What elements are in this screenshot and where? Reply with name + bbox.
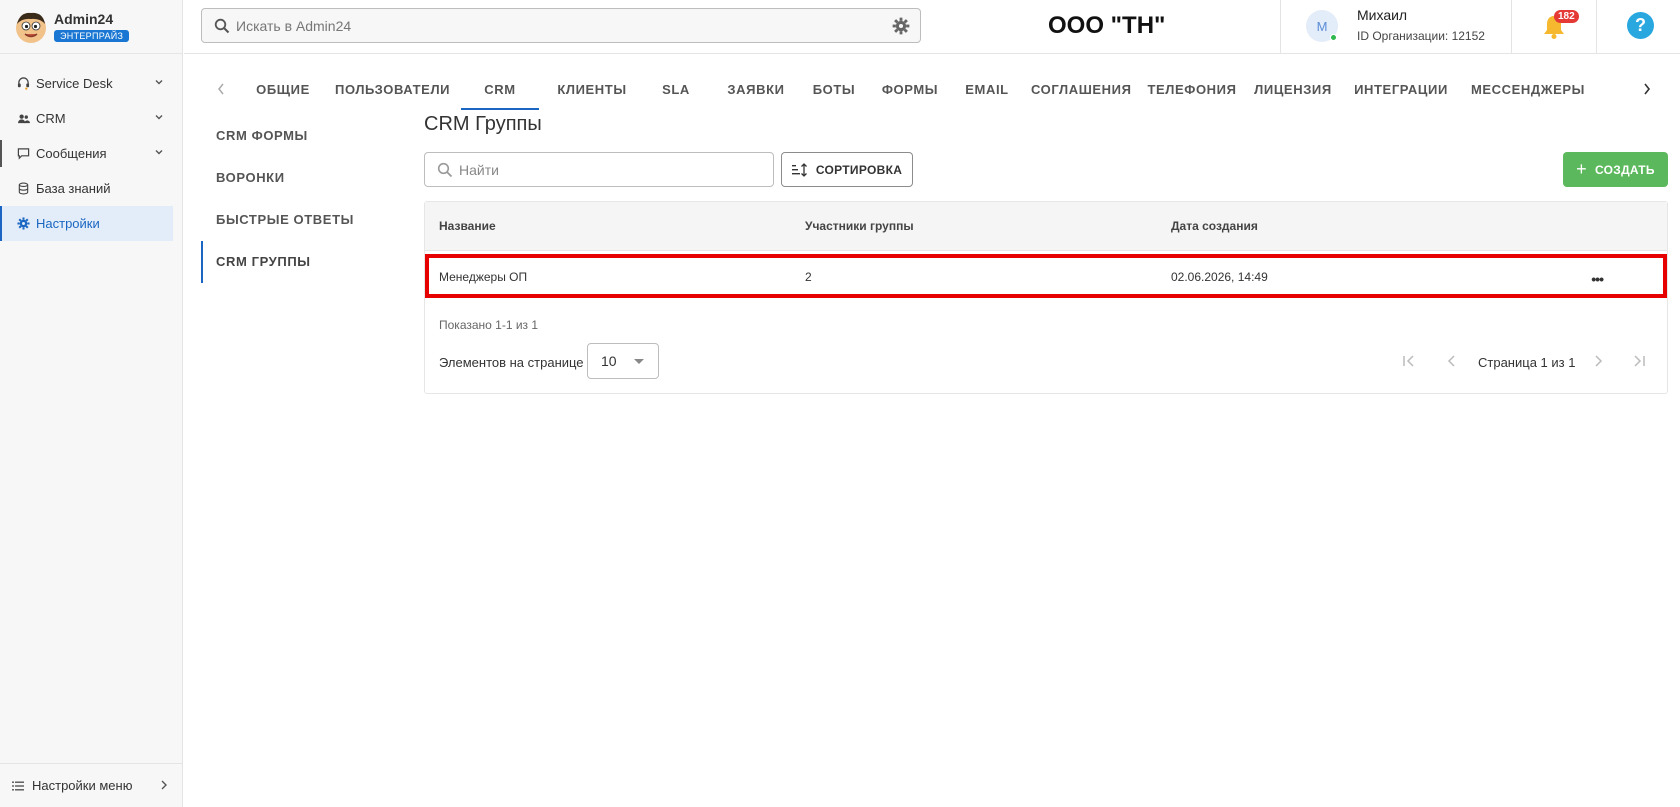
column-header-members[interactable]: Участники группы xyxy=(805,219,914,233)
header-divider xyxy=(1280,0,1281,54)
sidebar-item-label: CRM xyxy=(36,111,66,126)
sort-label: СОРТИРОВКА xyxy=(815,162,903,177)
tab-users[interactable]: ПОЛЬЗОВАТЕЛИ xyxy=(335,70,450,110)
global-search-input[interactable]: Искать в Admin24 xyxy=(201,8,921,43)
crm-groups-table: Название Участники группы Дата создания … xyxy=(424,201,1668,394)
page-title: CRM Группы xyxy=(424,113,542,135)
chat-icon xyxy=(16,147,30,161)
menu-settings-button[interactable]: Настройки меню xyxy=(0,763,183,807)
organization-title: ООО "ТН" xyxy=(1048,12,1166,39)
create-label: СОЗДАТЬ xyxy=(1594,162,1655,177)
top-header: Искать в Admin24 ООО "ТН" М Михаил ID Ор… xyxy=(184,0,1680,54)
people-icon xyxy=(16,112,30,126)
sidebar: Admin24 ЭНТЕРПРАЙЗ Service Desk CRM Сооб… xyxy=(0,0,183,807)
create-button[interactable]: + СОЗДАТЬ xyxy=(1563,152,1668,187)
caret-down-icon xyxy=(634,359,644,364)
per-page-value: 10 xyxy=(601,353,617,369)
sidebar-item-knowledge-base[interactable]: База знаний xyxy=(0,171,182,206)
tab-tickets[interactable]: ЗАЯВКИ xyxy=(721,70,791,110)
menu-settings-label: Настройки меню xyxy=(32,778,133,793)
chevron-down-icon xyxy=(155,80,163,85)
tabs-scroll-right-icon[interactable] xyxy=(1642,80,1652,98)
tab-email[interactable]: EMAIL xyxy=(957,70,1017,110)
column-header-name[interactable]: Название xyxy=(439,219,496,233)
tab-telephony[interactable]: ТЕЛЕФОНИЯ xyxy=(1145,70,1239,110)
help-icon[interactable]: ? xyxy=(1627,12,1654,39)
table-row[interactable]: Менеджеры ОП 2 02.06.2026, 14:49 ••• xyxy=(425,254,1667,298)
brand[interactable]: Admin24 ЭНТЕРПРАЙЗ xyxy=(0,0,182,54)
brand-name: Admin24 xyxy=(54,11,114,27)
sidebar-item-label: Настройки xyxy=(36,216,100,231)
table-header: Название Участники группы Дата создания xyxy=(425,202,1667,251)
prev-page-icon[interactable] xyxy=(1445,354,1459,368)
tab-agreements[interactable]: СОГЛАШЕНИЯ xyxy=(1031,70,1131,110)
header-divider xyxy=(1596,0,1597,54)
sidebar-nav: Service Desk CRM Сообщения База знаний Н… xyxy=(0,54,182,241)
search-icon xyxy=(437,162,453,177)
sidebar-item-crm[interactable]: CRM xyxy=(0,101,182,136)
subnav-crm-groups[interactable]: CRM ГРУППЫ xyxy=(201,241,401,283)
per-page-label: Элементов на странице xyxy=(439,355,584,370)
sidebar-item-messages[interactable]: Сообщения xyxy=(0,136,182,171)
chevron-right-icon xyxy=(161,780,167,790)
sidebar-item-label: База знаний xyxy=(36,181,111,196)
column-header-created[interactable]: Дата создания xyxy=(1171,219,1258,233)
global-search-placeholder: Искать в Admin24 xyxy=(236,17,352,34)
sidebar-item-settings[interactable]: Настройки xyxy=(0,206,173,241)
tab-integrations[interactable]: ИНТЕГРАЦИИ xyxy=(1347,70,1455,110)
search-icon xyxy=(214,18,230,33)
notifications-badge: 182 xyxy=(1554,10,1579,23)
per-page-select[interactable]: 10 xyxy=(587,343,659,379)
search-settings-gear-icon[interactable] xyxy=(892,17,910,35)
sidebar-item-label: Сообщения xyxy=(36,146,107,161)
search-placeholder: Найти xyxy=(459,161,499,178)
results-count: Показано 1-1 из 1 xyxy=(439,318,539,332)
user-name[interactable]: Михаил xyxy=(1357,7,1407,23)
chevron-down-icon xyxy=(155,115,163,120)
plan-badge: ЭНТЕРПРАЙЗ xyxy=(54,30,130,42)
crm-subnav: CRM ФОРМЫ ВОРОНКИ БЫСТРЫЕ ОТВЕТЫ CRM ГРУ… xyxy=(201,115,401,283)
chevron-down-icon xyxy=(155,150,163,155)
tab-clients[interactable]: КЛИЕНТЫ xyxy=(553,70,631,110)
tab-messengers[interactable]: МЕССЕНДЖЕРЫ xyxy=(1469,70,1587,110)
tabs-scroll-left-icon[interactable] xyxy=(216,80,226,98)
organization-id: ID Организации: 12152 xyxy=(1357,29,1485,43)
online-status-dot xyxy=(1330,34,1337,41)
mascot-logo-icon xyxy=(16,12,46,43)
tab-general[interactable]: ОБЩИЕ xyxy=(254,70,312,110)
plus-icon: + xyxy=(1576,159,1587,179)
last-page-icon[interactable] xyxy=(1632,354,1646,368)
tab-crm[interactable]: CRM xyxy=(461,70,539,110)
settings-tabs: ОБЩИЕ ПОЛЬЗОВАТЕЛИ CRM КЛИЕНТЫ SLA ЗАЯВК… xyxy=(201,70,1680,110)
tab-bots[interactable]: БОТЫ xyxy=(805,70,863,110)
sort-icon xyxy=(791,162,807,177)
more-actions-icon[interactable]: ••• xyxy=(1591,271,1604,287)
tab-sla[interactable]: SLA xyxy=(645,70,707,110)
subnav-quick-replies[interactable]: БЫСТРЫЕ ОТВЕТЫ xyxy=(201,199,401,241)
subnav-funnels[interactable]: ВОРОНКИ xyxy=(201,157,401,199)
cell-created: 02.06.2026, 14:49 xyxy=(1171,270,1268,284)
headset-icon xyxy=(16,77,30,91)
database-icon xyxy=(16,182,30,196)
next-page-icon[interactable] xyxy=(1591,354,1605,368)
subnav-crm-forms[interactable]: CRM ФОРМЫ xyxy=(201,115,401,157)
sidebar-item-label: Service Desk xyxy=(36,76,113,91)
first-page-icon[interactable] xyxy=(1402,354,1416,368)
list-icon xyxy=(12,781,24,790)
search-input[interactable]: Найти xyxy=(424,152,774,187)
sort-button[interactable]: СОРТИРОВКА xyxy=(781,152,913,187)
sidebar-item-service-desk[interactable]: Service Desk xyxy=(0,66,182,101)
tab-license[interactable]: ЛИЦЕНЗИЯ xyxy=(1253,70,1333,110)
cell-group-name: Менеджеры ОП xyxy=(439,270,528,284)
gear-icon xyxy=(16,217,30,231)
cell-members: 2 xyxy=(805,270,812,284)
header-divider xyxy=(1511,0,1512,54)
tab-forms[interactable]: ФОРМЫ xyxy=(877,70,943,110)
page-info: Страница 1 из 1 xyxy=(1478,355,1576,370)
